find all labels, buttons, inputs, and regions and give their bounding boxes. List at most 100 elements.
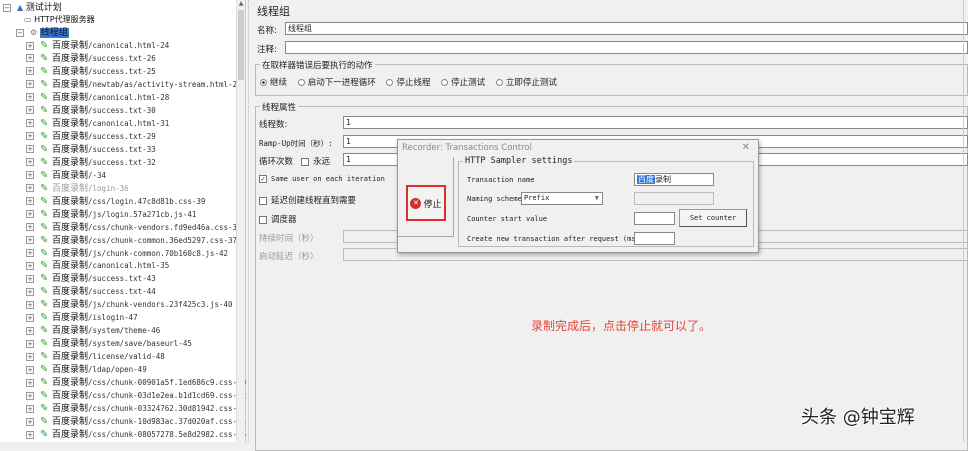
radio-continue[interactable]	[260, 79, 267, 86]
tree-node-sampler[interactable]: + ✎ 百度录制/success.txt-33	[26, 143, 156, 156]
tree-node-sampler[interactable]: + ✎ 百度录制/success.txt-44	[26, 285, 156, 298]
tree-node-sampler[interactable]: + ✎ 百度录制/canonical.html-31	[26, 117, 169, 130]
radio-stop-test-now[interactable]	[495, 79, 503, 86]
counter-start-input[interactable]	[634, 212, 675, 225]
expand-icon[interactable]: +	[26, 210, 34, 219]
expand-icon[interactable]: +	[26, 119, 34, 128]
expand-icon[interactable]: +	[26, 417, 34, 426]
expand-icon[interactable]: +	[26, 158, 34, 167]
tree-node-sampler[interactable]: + ✎ 百度录制/css/chunk-03324762.30d81942.css-5…	[26, 402, 246, 415]
tree-node-sampler[interactable]: + ✎ 百度录制/css/chunk-vendors.fd9ed46a.css-38	[26, 221, 242, 234]
tree-node-sampler[interactable]: + ✎ 百度录制/success.txt-29	[26, 130, 156, 143]
sampler-path: /js/chunk-common.70b160c8.js-42	[88, 248, 228, 258]
expand-icon[interactable]: +	[26, 352, 34, 361]
expand-icon[interactable]: +	[26, 197, 34, 206]
tree-node-sampler[interactable]: + ✎ 百度录制/success.txt-30	[26, 104, 156, 117]
tree-node-sampler[interactable]: + ✎ 百度录制/css/login.47c8d81b.css-39	[26, 195, 205, 208]
tree-scrollbar[interactable]: ▲	[236, 0, 245, 442]
tree-node-sampler[interactable]: + ✎ 百度录制/success.txt-25	[26, 65, 156, 78]
expand-icon[interactable]: +	[26, 236, 34, 245]
sampler-icon: ✎	[40, 260, 49, 272]
tree-node-sampler[interactable]: + ✎ 百度录制/css/chunk-00901a5f.1ed686c9.css-5…	[26, 376, 246, 389]
sampler-prefix: 百度录制	[52, 222, 89, 233]
expand-icon[interactable]: +	[26, 287, 34, 296]
forever-checkbox[interactable]	[301, 157, 310, 166]
tree-node-sampler[interactable]: + ✎ 百度录制/islogin-47	[26, 311, 138, 324]
sampler-icon: ✎	[40, 377, 49, 389]
sampler-prefix: 百度录制	[52, 417, 89, 428]
expand-icon[interactable]: +	[26, 171, 34, 180]
tree-node-sampler[interactable]: + ✎ 百度录制/js/login.57a271cb.js-41	[26, 208, 196, 221]
expand-icon[interactable]: +	[26, 93, 34, 102]
tree-node-sampler[interactable]: + ✎ 百度录制/css/chunk-10d983ac.37d020af.css-5…	[26, 415, 246, 428]
test-plan-tree[interactable]: − ▲ 测试计划 ▭ HTTP代理服务器 − ⚙ 线程组 + ✎ 百度录制/canoni…	[0, 0, 246, 442]
tree-node-sampler[interactable]: + ✎ 百度录制/js/chunk-vendors.23f425c3.js-40	[26, 298, 233, 311]
sampler-icon: ✎	[40, 364, 49, 376]
name-input[interactable]: 线程组	[285, 22, 968, 35]
sampler-path: /success.txt-33	[88, 144, 156, 154]
delay-create-checkbox[interactable]	[259, 196, 267, 205]
expand-icon[interactable]: +	[26, 378, 34, 387]
expand-icon[interactable]: +	[26, 80, 34, 89]
naming-extra-input	[634, 192, 714, 205]
sampler-path: /system/save/baseurl-45	[88, 339, 192, 349]
collapse-icon[interactable]: −	[16, 28, 24, 37]
expand-icon[interactable]: +	[26, 274, 34, 283]
create-transaction-input[interactable]	[634, 232, 675, 245]
close-icon[interactable]: ✕	[742, 142, 750, 153]
tree-node-sampler[interactable]: + ✎ 百度录制/system/theme-46	[26, 324, 160, 337]
expand-icon[interactable]: +	[26, 261, 34, 270]
expand-icon[interactable]: +	[26, 365, 34, 374]
expand-icon[interactable]: +	[26, 339, 34, 348]
tree-node-sampler[interactable]: + ✎ 百度录制/css/chunk-08057278.5e8d2982.css-5…	[26, 428, 246, 441]
radio-stop-test[interactable]	[441, 79, 449, 86]
expand-icon[interactable]: +	[26, 249, 34, 258]
sampler-icon: ✎	[40, 117, 49, 129]
expand-icon[interactable]: +	[26, 430, 34, 439]
sampler-path: /license/valid-48	[88, 352, 165, 362]
expand-icon[interactable]: +	[26, 223, 34, 232]
naming-scheme-select[interactable]: Prefix ▼	[521, 192, 603, 205]
tree-node-thread-group[interactable]: − ⚙ 线程组	[16, 26, 69, 39]
same-user-checkbox[interactable]: ✓	[259, 175, 267, 183]
tree-node-sampler[interactable]: + ✎ 百度录制/css/chunk-common.36ed5297.css-37	[26, 234, 237, 247]
tree-node-sampler[interactable]: + ✎ 百度录制/-34	[26, 169, 106, 182]
tree-node-sampler[interactable]: + ✎ 百度录制/css/chunk-03d1e2ea.b1d1cd69.css-5…	[26, 389, 246, 402]
expand-icon[interactable]: +	[26, 391, 34, 400]
collapse-icon[interactable]: −	[3, 3, 11, 12]
expand-icon[interactable]: +	[26, 54, 34, 63]
tree-node-sampler[interactable]: + ✎ 百度录制/canonical.html-28	[26, 91, 169, 104]
expand-icon[interactable]: +	[26, 41, 34, 50]
tree-node-sampler[interactable]: + ✎ 百度录制/newtab/as/activity-stream.html-27	[26, 78, 242, 91]
radio-next-loop[interactable]	[297, 79, 305, 86]
comment-input[interactable]	[285, 41, 968, 54]
expand-icon[interactable]: +	[26, 326, 34, 335]
tree-node-sampler[interactable]: + ✎ 百度录制/ldap/open-49	[26, 363, 147, 376]
tree-node-sampler[interactable]: + ✎ 百度录制/success.txt-32	[26, 156, 156, 169]
tree-node-sampler[interactable]: + ✎ 百度录制/canonical.html-35	[26, 259, 169, 272]
tree-node-sampler[interactable]: + ✎ 百度录制/success.txt-43	[26, 272, 156, 285]
threads-input[interactable]: 1	[343, 116, 968, 129]
startup-delay-label: 启动延迟（秒）	[259, 252, 319, 262]
set-counter-button[interactable]: Set counter	[679, 209, 747, 227]
expand-icon[interactable]: +	[26, 145, 34, 154]
scheduler-checkbox[interactable]	[259, 215, 267, 224]
rampup-label: Ramp-Up时间（秒）:	[259, 139, 333, 148]
expand-icon[interactable]: +	[26, 300, 34, 309]
tree-node-proxy[interactable]: ▭ HTTP代理服务器	[24, 13, 95, 26]
tree-node-sampler[interactable]: + ✎ 百度录制/login-36	[26, 182, 129, 195]
tree-node-sampler[interactable]: + ✎ 百度录制/canonical.html-24	[26, 39, 169, 52]
tree-node-sampler[interactable]: + ✎ 百度录制/license/valid-48	[26, 350, 165, 363]
expand-icon[interactable]: +	[26, 184, 34, 193]
expand-icon[interactable]: +	[26, 106, 34, 115]
expand-icon[interactable]: +	[26, 132, 34, 141]
tree-node-sampler[interactable]: + ✎ 百度录制/system/save/baseurl-45	[26, 337, 192, 350]
tree-node-sampler[interactable]: + ✎ 百度录制/success.txt-26	[26, 52, 156, 65]
transaction-name-input[interactable]: 百度录制	[634, 173, 714, 186]
expand-icon[interactable]: +	[26, 313, 34, 322]
expand-icon[interactable]: +	[26, 404, 34, 413]
stop-button[interactable]: ✕ 停止	[406, 185, 446, 221]
tree-node-sampler[interactable]: + ✎ 百度录制/js/chunk-common.70b160c8.js-42	[26, 247, 228, 260]
radio-stop-thread[interactable]	[386, 79, 394, 86]
expand-icon[interactable]: +	[26, 67, 34, 76]
